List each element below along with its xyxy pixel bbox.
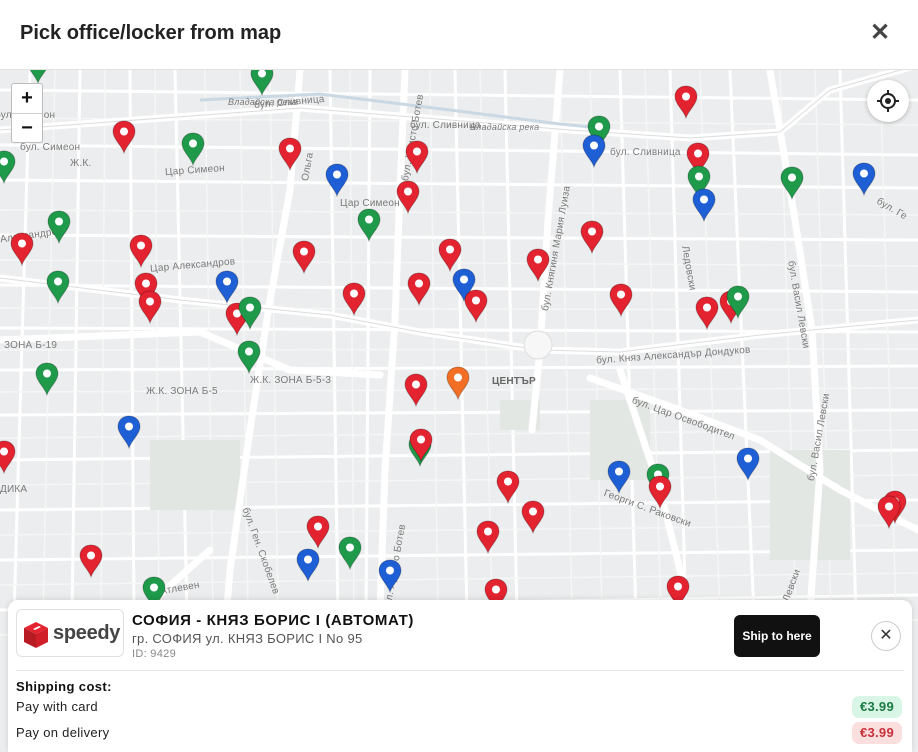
green-location-pin[interactable]	[250, 70, 274, 96]
green-location-pin[interactable]	[0, 150, 16, 184]
carrier-logo: speedy	[16, 609, 124, 657]
red-location-pin[interactable]	[877, 495, 901, 529]
crosshair-icon	[877, 90, 899, 112]
blue-location-pin[interactable]	[296, 548, 320, 582]
green-location-pin[interactable]	[47, 210, 71, 244]
orange-location-pin[interactable]	[446, 366, 470, 400]
red-location-pin[interactable]	[10, 232, 34, 266]
office-name: СОФИЯ - КНЯЗ БОРИС I (АВТОМАТ)	[132, 612, 415, 629]
zoom-in-button[interactable]: +	[12, 84, 42, 113]
red-location-pin[interactable]	[396, 180, 420, 214]
shipping-cost-title: Shipping cost:	[16, 679, 112, 694]
green-location-pin[interactable]	[357, 208, 381, 242]
red-location-pin[interactable]	[409, 428, 433, 462]
red-location-pin[interactable]	[521, 500, 545, 534]
red-location-pin[interactable]	[404, 373, 428, 407]
red-location-pin[interactable]	[129, 234, 153, 268]
panel-close-button[interactable]: ✕	[871, 621, 901, 651]
street-label: ДИКА	[0, 484, 28, 495]
blue-location-pin[interactable]	[607, 460, 631, 494]
green-location-pin[interactable]	[181, 132, 205, 166]
blue-location-pin[interactable]	[736, 447, 760, 481]
street-label: бул. Симеон	[20, 142, 81, 153]
brand-name: speedy	[53, 622, 121, 644]
red-location-pin[interactable]	[112, 120, 136, 154]
green-location-pin[interactable]	[237, 340, 261, 374]
red-location-pin[interactable]	[496, 470, 520, 504]
selected-office-panel: speedy СОФИЯ - КНЯЗ БОРИС I (АВТОМАТ) гр…	[8, 600, 912, 752]
green-location-pin[interactable]	[780, 166, 804, 200]
office-address: гр. СОФИЯ ул. КНЯЗ БОРИС I No 95	[132, 631, 363, 646]
red-location-pin[interactable]	[306, 515, 330, 549]
red-location-pin[interactable]	[0, 440, 16, 474]
blue-location-pin[interactable]	[852, 162, 876, 196]
red-location-pin[interactable]	[674, 85, 698, 119]
modal-header: Pick office/locker from map ✕	[0, 0, 918, 70]
street-label: Ж.К.	[70, 158, 92, 169]
blue-location-pin[interactable]	[582, 134, 606, 168]
red-location-pin[interactable]	[476, 520, 500, 554]
red-location-pin[interactable]	[526, 248, 550, 282]
street-label: бул. Сливница	[610, 147, 681, 158]
red-location-pin[interactable]	[609, 283, 633, 317]
green-location-pin[interactable]	[26, 70, 50, 84]
red-location-pin[interactable]	[438, 238, 462, 272]
ship-to-here-button[interactable]: Ship to here	[734, 615, 820, 657]
blue-location-pin[interactable]	[325, 163, 349, 197]
red-location-pin[interactable]	[580, 220, 604, 254]
red-location-pin[interactable]	[138, 290, 162, 324]
office-id: ID: 9429	[132, 648, 176, 660]
speedy-cube-icon	[24, 622, 48, 648]
close-icon[interactable]: ✕	[868, 21, 892, 45]
pay-card-label: Pay with card	[16, 699, 98, 714]
green-location-pin[interactable]	[338, 536, 362, 570]
red-location-pin[interactable]	[79, 544, 103, 578]
zoom-out-button[interactable]: −	[12, 113, 42, 142]
street-label: Владайска река	[470, 122, 540, 132]
pay-delivery-price: €3.99	[851, 722, 902, 744]
blue-location-pin[interactable]	[378, 559, 402, 593]
street-label: ЗОНА Б-19	[4, 340, 58, 351]
red-location-pin[interactable]	[342, 282, 366, 316]
red-location-pin[interactable]	[648, 475, 672, 509]
green-location-pin[interactable]	[46, 270, 70, 304]
red-location-pin[interactable]	[407, 272, 431, 306]
street-label: Владайска река	[228, 97, 298, 107]
blue-location-pin[interactable]	[692, 188, 716, 222]
red-location-pin[interactable]	[292, 240, 316, 274]
red-location-pin[interactable]	[695, 296, 719, 330]
blue-location-pin[interactable]	[117, 415, 141, 449]
divider	[16, 670, 904, 671]
street-label: ЦЕНТЪР	[492, 376, 536, 387]
red-location-pin[interactable]	[464, 289, 488, 323]
locate-button[interactable]	[867, 80, 909, 122]
street-label: Ж.К. ЗОНА Б-5	[146, 386, 218, 397]
green-location-pin[interactable]	[726, 285, 750, 319]
pay-delivery-label: Pay on delivery	[16, 725, 110, 740]
modal-title: Pick office/locker from map	[20, 22, 282, 44]
street-label: Ж.К. ЗОНА Б-5-3	[250, 375, 332, 386]
blue-location-pin[interactable]	[215, 270, 239, 304]
red-location-pin[interactable]	[278, 137, 302, 171]
green-location-pin[interactable]	[238, 296, 262, 330]
pay-card-price: €3.99	[851, 696, 902, 718]
green-location-pin[interactable]	[35, 362, 59, 396]
zoom-control: + −	[11, 83, 43, 143]
red-location-pin[interactable]	[405, 140, 429, 174]
